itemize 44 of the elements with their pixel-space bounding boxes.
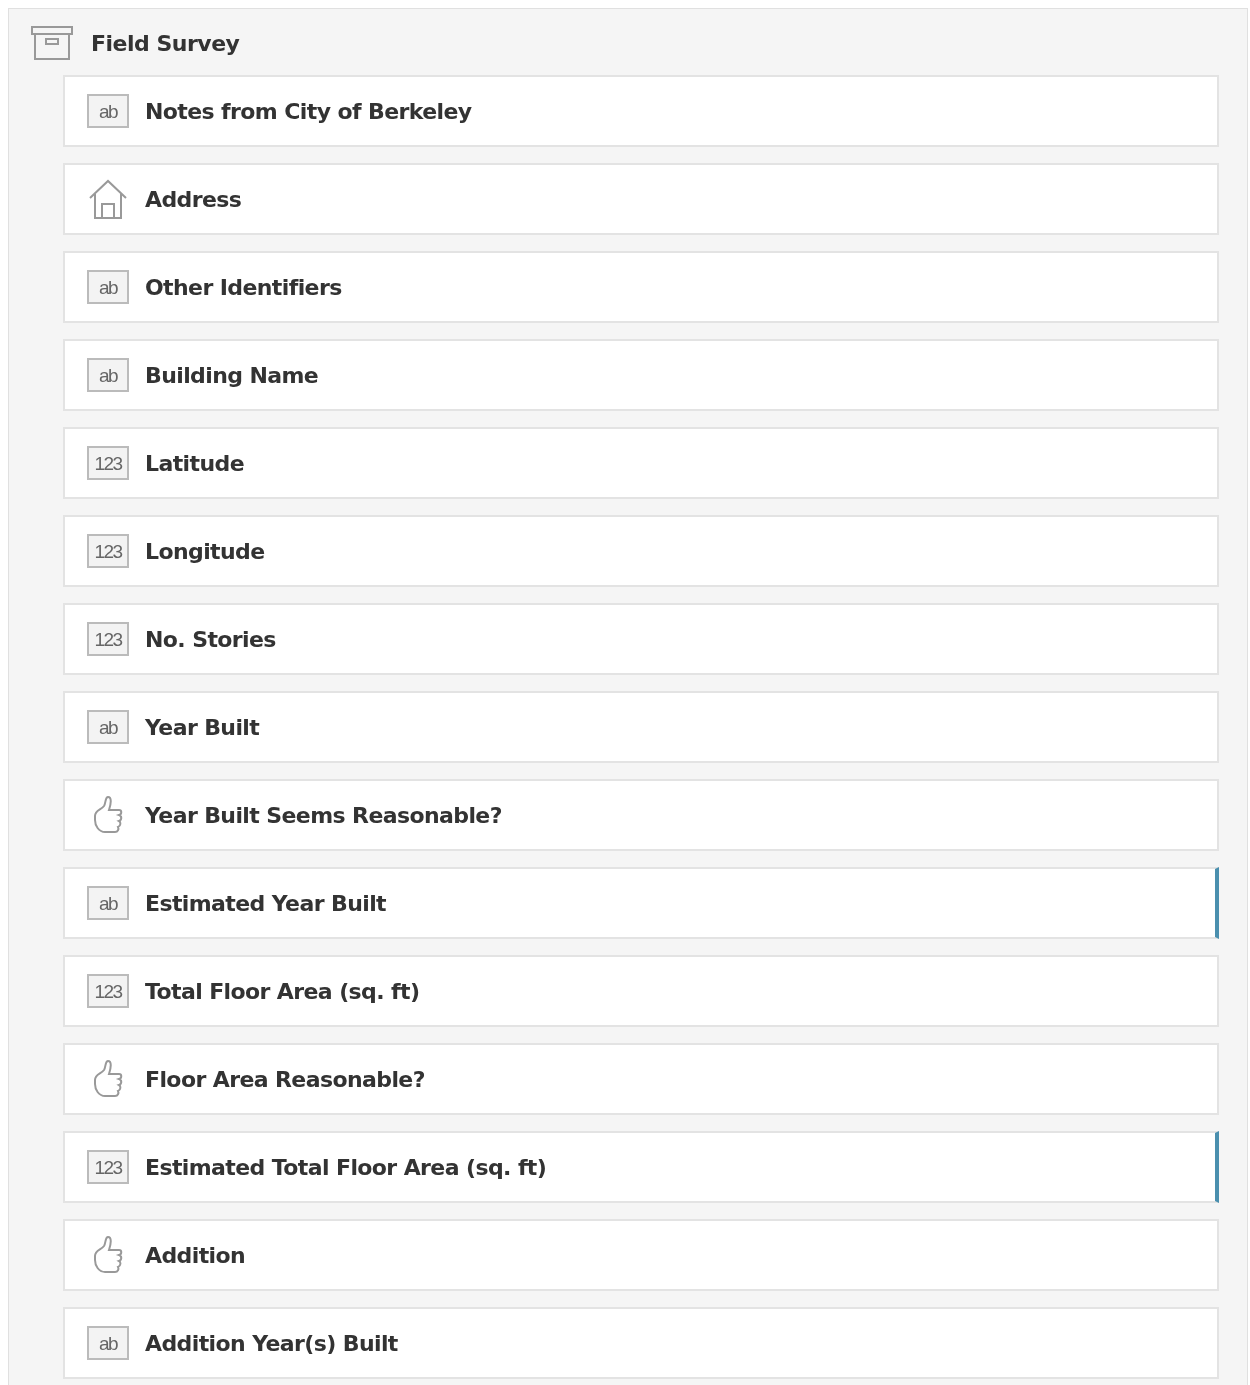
text-type-icon: ab xyxy=(87,886,129,920)
number-type-icon: 123 xyxy=(87,622,129,656)
field-item[interactable]: Floor Area Reasonable? xyxy=(63,1043,1219,1115)
text-type-icon: ab xyxy=(87,270,129,304)
field-item[interactable]: ab Addition Year(s) Built xyxy=(63,1307,1219,1379)
field-label: Floor Area Reasonable? xyxy=(145,1065,425,1094)
field-label: Year Built xyxy=(145,713,260,742)
field-label: Estimated Year Built xyxy=(145,889,386,918)
house-icon xyxy=(87,178,129,220)
field-item[interactable]: ab Building Name xyxy=(63,339,1219,411)
field-item[interactable]: ab Notes from City of Berkeley xyxy=(63,75,1219,147)
text-type-icon: ab xyxy=(87,94,129,128)
field-item[interactable]: Address xyxy=(63,163,1219,235)
text-type-icon: ab xyxy=(87,710,129,744)
field-item[interactable]: ab Year Built xyxy=(63,691,1219,763)
number-type-icon: 123 xyxy=(87,534,129,568)
field-item[interactable]: Year Built Seems Reasonable? xyxy=(63,779,1219,851)
field-item[interactable]: 123 No. Stories xyxy=(63,603,1219,675)
group-title: Field Survey xyxy=(91,29,240,58)
field-item[interactable]: 123 Longitude xyxy=(63,515,1219,587)
number-type-icon: 123 xyxy=(87,446,129,480)
text-type-icon: ab xyxy=(87,358,129,392)
archive-box-icon xyxy=(31,25,73,61)
field-label: Building Name xyxy=(145,361,319,390)
field-label: Addition xyxy=(145,1241,246,1270)
field-label: Addition Year(s) Built xyxy=(145,1329,398,1358)
field-label: Longitude xyxy=(145,537,265,566)
field-label: Latitude xyxy=(145,449,244,478)
field-item[interactable]: 123 Estimated Total Floor Area (sq. ft) xyxy=(63,1131,1219,1203)
number-type-icon: 123 xyxy=(87,1150,129,1184)
field-label: Year Built Seems Reasonable? xyxy=(145,801,502,830)
field-label: Notes from City of Berkeley xyxy=(145,97,472,126)
field-label: Estimated Total Floor Area (sq. ft) xyxy=(145,1153,547,1182)
field-label: Other Identifiers xyxy=(145,273,342,302)
field-item[interactable]: ab Other Identifiers xyxy=(63,251,1219,323)
field-item[interactable]: 123 Total Floor Area (sq. ft) xyxy=(63,955,1219,1027)
number-type-icon: 123 xyxy=(87,974,129,1008)
text-type-icon: ab xyxy=(87,1326,129,1360)
field-item[interactable]: 123 Latitude xyxy=(63,427,1219,499)
field-label: Address xyxy=(145,185,242,214)
field-label: Total Floor Area (sq. ft) xyxy=(145,977,420,1006)
field-item[interactable]: Addition xyxy=(63,1219,1219,1291)
field-label: No. Stories xyxy=(145,625,276,654)
field-item[interactable]: ab Estimated Year Built xyxy=(63,867,1219,939)
